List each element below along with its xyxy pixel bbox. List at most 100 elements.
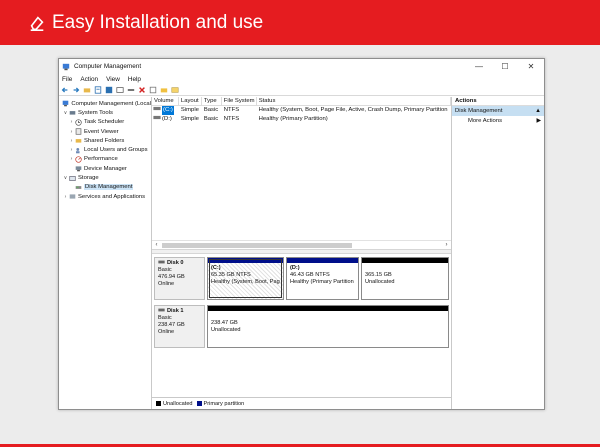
drive-icon: [153, 115, 161, 124]
toolbox-icon: [69, 109, 76, 116]
clock-icon: [75, 119, 82, 126]
chevron-right-icon[interactable]: ›: [68, 119, 75, 125]
banner-title: Easy Installation and use: [52, 11, 264, 33]
back-icon[interactable]: [61, 86, 69, 94]
tree-item-services[interactable]: › Services and Applications: [59, 192, 151, 201]
menu-view[interactable]: View: [106, 76, 120, 83]
forward-icon[interactable]: [72, 86, 80, 94]
title-bar: Computer Management — ☐ ✕: [59, 59, 544, 74]
tree-label-device-manager: Device Manager: [84, 165, 127, 172]
tree-label-system-tools: System Tools: [78, 109, 113, 116]
connect-icon[interactable]: [127, 86, 135, 94]
table-row[interactable]: (D:) Simple Basic NTFS Healthy (Primary …: [152, 115, 451, 124]
menu-bar: File Action View Help: [59, 74, 544, 85]
up-folder-icon[interactable]: [83, 86, 91, 94]
chevron-right-icon[interactable]: ›: [62, 194, 69, 200]
partition-unallocated[interactable]: 365.15 GB Unallocated: [361, 257, 449, 300]
help-icon[interactable]: [105, 86, 113, 94]
search-icon[interactable]: [171, 86, 179, 94]
tree-item-performance[interactable]: › Performance: [59, 155, 151, 164]
volume-name: (D:): [162, 115, 172, 122]
computer-icon: [62, 100, 69, 107]
tree-item-local-users[interactable]: › Local Users and Groups: [59, 145, 151, 154]
banner: Easy Installation and use: [0, 0, 600, 45]
close-button[interactable]: ✕: [518, 62, 544, 71]
table-row[interactable]: (C:) Simple Basic NTFS Healthy (System, …: [152, 106, 451, 115]
horizontal-scrollbar[interactable]: ‹ ›: [152, 240, 451, 249]
tree-label-storage: Storage: [78, 175, 99, 182]
tree-label-services: Services and Applications: [78, 193, 146, 200]
volume-list-header: Volume Layout Type File System Status: [152, 97, 452, 106]
more-actions-label: More Actions: [468, 118, 503, 124]
partition-d[interactable]: (D:) 46.43 GB NTFS Healthy (Primary Part…: [286, 257, 359, 300]
column-layout[interactable]: Layout: [179, 97, 202, 105]
chevron-right-icon: ▶: [536, 118, 541, 124]
properties-icon[interactable]: [94, 86, 102, 94]
collapse-icon[interactable]: ▲: [535, 106, 541, 116]
menu-file[interactable]: File: [62, 76, 72, 83]
chevron-down-icon[interactable]: ∨: [62, 175, 69, 181]
actions-section-disk-management[interactable]: Disk Management ▲: [452, 106, 544, 116]
actions-pane: Actions Disk Management ▲ More Actions ▶: [452, 97, 544, 409]
disk-icon: [158, 260, 165, 267]
menu-help[interactable]: Help: [128, 76, 141, 83]
disk-state: Online: [158, 329, 175, 335]
scrollbar-thumb[interactable]: [162, 242, 352, 248]
tree-item-event-viewer[interactable]: › Event Viewer: [59, 127, 151, 136]
scroll-left-icon[interactable]: ‹: [152, 242, 161, 248]
chevron-right-icon[interactable]: ›: [68, 156, 75, 162]
chevron-down-icon[interactable]: ∨: [62, 110, 69, 116]
tree-item-shared-folders[interactable]: › Shared Folders: [59, 136, 151, 145]
disk-0-row: Disk 0 Basic 476.94 GB Online (C:) 65.35…: [154, 257, 449, 300]
services-icon: [69, 193, 76, 200]
tree-item-disk-management[interactable]: Disk Management: [59, 183, 151, 192]
view-icon[interactable]: [116, 86, 124, 94]
tree-item-task-scheduler[interactable]: › Task Scheduler: [59, 118, 151, 127]
minimize-button[interactable]: —: [466, 62, 492, 71]
checkbox-icon[interactable]: [149, 86, 157, 94]
chevron-right-icon[interactable]: ›: [68, 138, 75, 144]
toolbar: [59, 85, 544, 96]
partition-status: Unallocated: [365, 279, 395, 285]
device-manager-icon: [75, 165, 82, 172]
column-type[interactable]: Type: [202, 97, 222, 105]
menu-action[interactable]: Action: [80, 76, 98, 83]
maximize-button[interactable]: ☐: [492, 62, 518, 71]
disk-type: Basic: [158, 315, 172, 321]
disk-management-icon: [75, 184, 82, 191]
tree-item-root[interactable]: Computer Management (Local: [59, 99, 151, 108]
tree-label-task-scheduler: Task Scheduler: [84, 119, 125, 126]
partition-size: 65.35 GB NTFS: [211, 272, 251, 278]
volume-layout: Simple: [180, 115, 199, 122]
partition-unallocated[interactable]: 238.47 GB Unallocated: [207, 305, 449, 348]
computer-management-window: Computer Management — ☐ ✕ File Action Vi…: [58, 58, 545, 410]
scroll-right-icon[interactable]: ›: [442, 242, 451, 248]
partition-status: Unallocated: [211, 327, 241, 333]
tree-item-system-tools[interactable]: ∨ System Tools: [59, 108, 151, 117]
tree-label-performance: Performance: [84, 156, 118, 163]
folder-open-icon[interactable]: [160, 86, 168, 94]
tree-label-root: Computer Management (Local: [71, 100, 151, 107]
delete-icon[interactable]: [138, 86, 146, 94]
column-file-system[interactable]: File System: [222, 97, 257, 105]
page: Easy Installation and use Computer Manag…: [0, 0, 600, 447]
partition-c[interactable]: (C:) 65.35 GB NTFS Healthy (System, Boot…: [207, 257, 284, 300]
tree-item-storage[interactable]: ∨ Storage: [59, 173, 151, 182]
shared-folder-icon: [75, 137, 82, 144]
column-status[interactable]: Status: [257, 97, 452, 105]
partition-name: (D:): [290, 265, 300, 271]
window-body: Computer Management (Local ∨ System Tool…: [59, 97, 544, 409]
column-volume[interactable]: Volume: [152, 97, 179, 105]
chevron-right-icon[interactable]: ›: [68, 129, 75, 135]
tree-item-device-manager[interactable]: Device Manager: [59, 164, 151, 173]
volume-file-system: NTFS: [223, 107, 240, 113]
window-title: Computer Management: [74, 63, 142, 70]
disk-1-label[interactable]: Disk 1 Basic 238.47 GB Online: [154, 305, 205, 348]
more-actions[interactable]: More Actions ▶: [452, 116, 544, 126]
legend-swatch: [196, 400, 202, 406]
disk-1-row: Disk 1 Basic 238.47 GB Online 238.47 GB: [154, 305, 449, 348]
chevron-right-icon[interactable]: ›: [68, 147, 75, 153]
volume-layout: Simple: [180, 107, 199, 113]
disk-0-label[interactable]: Disk 0 Basic 476.94 GB Online: [154, 257, 205, 300]
tree-label-shared-folders: Shared Folders: [84, 137, 125, 144]
